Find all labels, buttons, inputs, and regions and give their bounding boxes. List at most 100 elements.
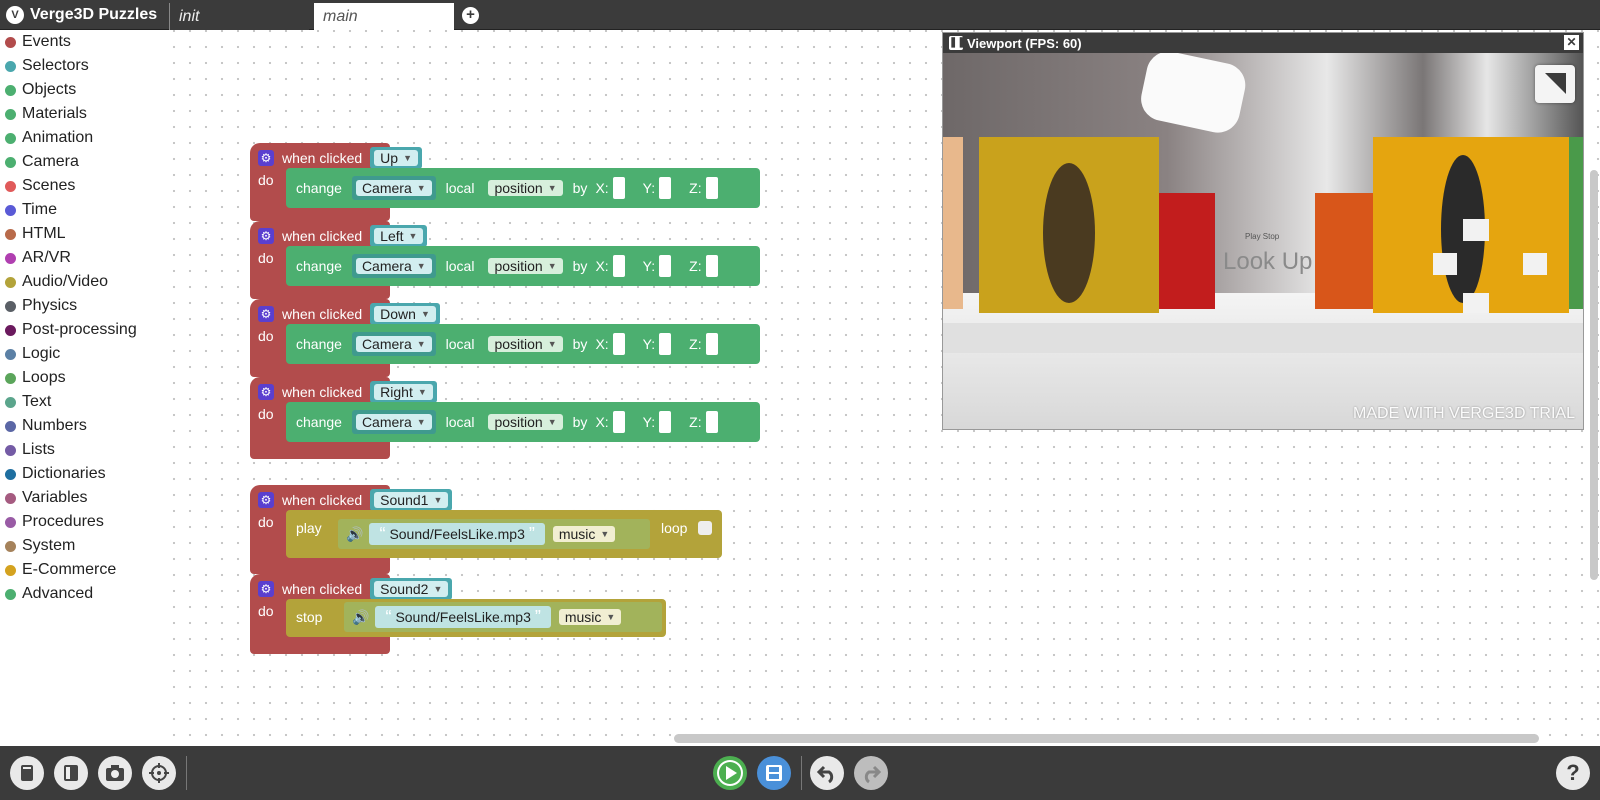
category-html[interactable]: HTML bbox=[0, 222, 168, 246]
viewport-window[interactable]: ❚❚ Viewport (FPS: 60) ✕ Look Up Play Sto… bbox=[942, 32, 1584, 430]
change-position-block[interactable]: change Camera ▼ local position ▼ by X: Y: Z: bbox=[286, 402, 760, 442]
category-post-processing[interactable]: Post-processing bbox=[0, 318, 168, 342]
target-dropdown[interactable]: Up ▼ bbox=[374, 150, 418, 166]
category-variables[interactable]: Variables bbox=[0, 486, 168, 510]
close-icon[interactable]: ✕ bbox=[1564, 35, 1579, 50]
x-value-socket[interactable] bbox=[612, 177, 625, 199]
category-text[interactable]: Text bbox=[0, 390, 168, 414]
param-dropdown[interactable]: position ▼ bbox=[488, 336, 563, 352]
tab-main[interactable]: main bbox=[314, 3, 454, 30]
x-value-socket[interactable] bbox=[612, 411, 625, 433]
manual-icon[interactable] bbox=[10, 756, 44, 790]
category-numbers[interactable]: Numbers bbox=[0, 414, 168, 438]
play-sound-block[interactable]: play 🔊 “Sound/FeelsLike.mp3” music ▼ loop bbox=[286, 510, 722, 558]
category-animation[interactable]: Animation bbox=[0, 126, 168, 150]
toggle-panel-icon[interactable] bbox=[54, 756, 88, 790]
viewport-scene[interactable]: Look Up Play Stop MADE WITH VERGE3D TRIA… bbox=[943, 53, 1583, 429]
category-lists[interactable]: Lists bbox=[0, 438, 168, 462]
gear-icon[interactable]: ⚙ bbox=[258, 581, 274, 597]
save-icon[interactable] bbox=[757, 756, 791, 790]
category-system[interactable]: System bbox=[0, 534, 168, 558]
object-dropdown[interactable]: Camera ▼ bbox=[355, 336, 432, 352]
screenshot-icon[interactable] bbox=[98, 756, 132, 790]
z-value-socket[interactable] bbox=[705, 255, 718, 277]
change-position-block[interactable]: change Camera ▼ local position ▼ by X: Y: Z: bbox=[286, 246, 760, 286]
file-path-string[interactable]: “Sound/FeelsLike.mp3” bbox=[369, 523, 545, 545]
change-position-block[interactable]: change Camera ▼ local position ▼ by X: Y: Z: bbox=[286, 168, 760, 208]
object-selector[interactable]: Right ▼ bbox=[370, 381, 437, 403]
category-loops[interactable]: Loops bbox=[0, 366, 168, 390]
object-selector[interactable]: Left ▼ bbox=[370, 225, 428, 247]
category-dictionaries[interactable]: Dictionaries bbox=[0, 462, 168, 486]
sound-source[interactable]: 🔊 “Sound/FeelsLike.mp3” music ▼ bbox=[338, 519, 650, 549]
change-position-block[interactable]: change Camera ▼ local position ▼ by X: Y: Z: bbox=[286, 324, 760, 364]
app-logo[interactable]: V Verge3D Puzzles bbox=[0, 0, 168, 30]
target-dropdown[interactable]: Sound2 ▼ bbox=[374, 581, 449, 597]
z-value-socket[interactable] bbox=[705, 177, 718, 199]
category-materials[interactable]: Materials bbox=[0, 102, 168, 126]
y-value-socket[interactable] bbox=[659, 177, 672, 199]
category-physics[interactable]: Physics bbox=[0, 294, 168, 318]
help-icon[interactable]: ? bbox=[1556, 756, 1590, 790]
loop-checkbox[interactable] bbox=[698, 521, 712, 535]
target-dropdown[interactable]: Down ▼ bbox=[374, 306, 436, 322]
object-selector[interactable]: Camera ▼ bbox=[351, 254, 436, 278]
sound-source[interactable]: 🔊 “Sound/FeelsLike.mp3” music ▼ bbox=[344, 602, 662, 632]
target-dropdown[interactable]: Right ▼ bbox=[374, 384, 433, 400]
category-logic[interactable]: Logic bbox=[0, 342, 168, 366]
stop-sound-block[interactable]: stop 🔊 “Sound/FeelsLike.mp3” music ▼ bbox=[286, 599, 666, 637]
category-advanced[interactable]: Advanced bbox=[0, 582, 168, 606]
viewport-header[interactable]: ❚❚ Viewport (FPS: 60) ✕ bbox=[943, 33, 1583, 53]
gear-icon[interactable]: ⚙ bbox=[258, 306, 274, 322]
object-dropdown[interactable]: Camera ▼ bbox=[355, 414, 432, 430]
redo-icon[interactable] bbox=[854, 756, 888, 790]
tab-init[interactable]: init bbox=[169, 3, 309, 30]
y-value-socket[interactable] bbox=[659, 333, 672, 355]
sound-type-dropdown[interactable]: music ▼ bbox=[558, 609, 622, 625]
gear-icon[interactable]: ⚙ bbox=[258, 150, 274, 166]
pause-icon[interactable]: ❚❚ bbox=[949, 36, 966, 50]
run-icon[interactable] bbox=[713, 756, 747, 790]
z-value-socket[interactable] bbox=[705, 411, 718, 433]
scene-buttons[interactable]: Play Stop bbox=[1245, 232, 1280, 241]
target-dropdown[interactable]: Left ▼ bbox=[374, 228, 424, 244]
target-dropdown[interactable]: Sound1 ▼ bbox=[374, 492, 449, 508]
object-dropdown[interactable]: Camera ▼ bbox=[355, 258, 432, 274]
add-tab-icon[interactable]: + bbox=[462, 7, 479, 24]
y-value-socket[interactable] bbox=[659, 255, 672, 277]
x-value-socket[interactable] bbox=[612, 333, 625, 355]
x-value-socket[interactable] bbox=[612, 255, 625, 277]
object-selector[interactable]: Sound2 ▼ bbox=[370, 578, 453, 600]
target-icon[interactable] bbox=[142, 756, 176, 790]
param-dropdown[interactable]: position ▼ bbox=[488, 414, 563, 430]
category-selectors[interactable]: Selectors bbox=[0, 54, 168, 78]
category-ar-vr[interactable]: AR/VR bbox=[0, 246, 168, 270]
category-objects[interactable]: Objects bbox=[0, 78, 168, 102]
category-procedures[interactable]: Procedures bbox=[0, 510, 168, 534]
sound-type-dropdown[interactable]: music ▼ bbox=[552, 526, 616, 542]
category-e-commerce[interactable]: E-Commerce bbox=[0, 558, 168, 582]
object-dropdown[interactable]: Camera ▼ bbox=[355, 180, 432, 196]
category-scenes[interactable]: Scenes bbox=[0, 174, 168, 198]
object-selector[interactable]: Up ▼ bbox=[370, 147, 422, 169]
object-selector[interactable]: Camera ▼ bbox=[351, 332, 436, 356]
category-time[interactable]: Time bbox=[0, 198, 168, 222]
param-dropdown[interactable]: position ▼ bbox=[488, 258, 563, 274]
param-dropdown[interactable]: position ▼ bbox=[488, 180, 563, 196]
object-selector[interactable]: Camera ▼ bbox=[351, 176, 436, 200]
gear-icon[interactable]: ⚙ bbox=[258, 384, 274, 400]
y-value-socket[interactable] bbox=[659, 411, 672, 433]
file-path-string[interactable]: “Sound/FeelsLike.mp3” bbox=[375, 606, 551, 628]
z-value-socket[interactable] bbox=[705, 333, 718, 355]
gear-icon[interactable]: ⚙ bbox=[258, 492, 274, 508]
object-selector[interactable]: Down ▼ bbox=[370, 303, 440, 325]
horizontal-scrollbar[interactable] bbox=[674, 734, 1539, 743]
undo-icon[interactable] bbox=[810, 756, 844, 790]
vertical-scrollbar[interactable] bbox=[1590, 170, 1598, 580]
object-selector[interactable]: Sound1 ▼ bbox=[370, 489, 453, 511]
fullscreen-icon[interactable] bbox=[1535, 65, 1575, 103]
object-selector[interactable]: Camera ▼ bbox=[351, 410, 436, 434]
gear-icon[interactable]: ⚙ bbox=[258, 228, 274, 244]
category-audio-video[interactable]: Audio/Video bbox=[0, 270, 168, 294]
category-events[interactable]: Events bbox=[0, 30, 168, 54]
